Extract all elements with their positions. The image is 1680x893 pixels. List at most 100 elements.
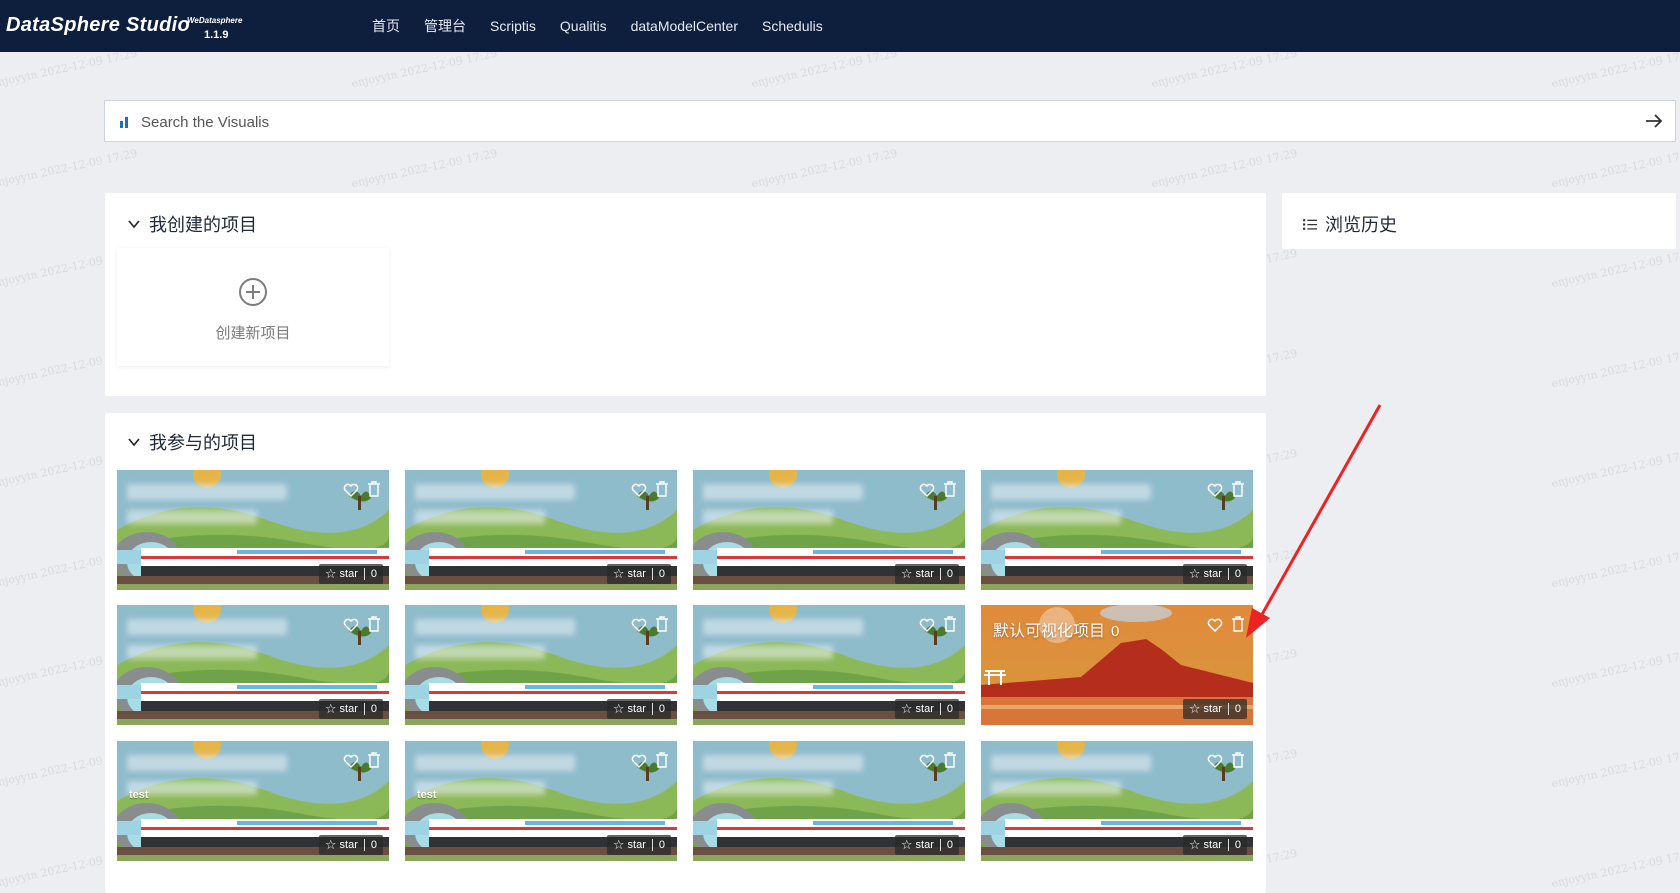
star-button[interactable]: ☆ star 0 (318, 699, 383, 719)
watermark-text: enjoyyin 2022-12-09 17:29 (750, 46, 899, 91)
redacted-title (415, 755, 575, 771)
search-input[interactable] (139, 101, 1603, 143)
star-button[interactable]: ☆ star 0 (894, 835, 959, 855)
watermark-text: enjoyyin 2022-12-09 17:29 (1550, 446, 1680, 491)
nav-scriptis[interactable]: Scriptis (490, 18, 536, 34)
heart-icon[interactable] (919, 618, 935, 633)
divider (939, 568, 941, 580)
create-project-card[interactable]: 创建新项目 (117, 248, 389, 366)
trash-icon[interactable] (655, 752, 669, 769)
trash-icon[interactable] (367, 481, 381, 498)
brand-logo[interactable]: DataSphere Studio WeDatasphere 1.1.9 (6, 14, 242, 41)
heart-icon[interactable] (919, 754, 935, 769)
star-button[interactable]: ☆ star 0 (606, 699, 671, 719)
trash-icon[interactable] (655, 616, 669, 633)
redacted-title (415, 484, 575, 500)
project-card[interactable]: test ☆ star 0 (405, 741, 677, 861)
heart-icon[interactable] (343, 483, 359, 498)
heart-icon[interactable] (631, 483, 647, 498)
project-card[interactable]: 默认可视化项目 0 ☆ star 0 (981, 605, 1253, 725)
card-title: 默认可视化项目 0 (993, 617, 1119, 641)
heart-icon[interactable] (631, 618, 647, 633)
star-button[interactable]: ☆ star 0 (1182, 564, 1247, 584)
star-button[interactable]: ☆ star 0 (318, 564, 383, 584)
star-button[interactable]: ☆ star 0 (1182, 835, 1247, 855)
star-button[interactable]: ☆ star 0 (318, 835, 383, 855)
watermark-text: enjoyyin 2022-12-09 17:29 (1550, 46, 1680, 91)
section-title: 我创建的项目 (149, 215, 257, 235)
project-card[interactable]: ☆ star 0 (405, 605, 677, 725)
project-card[interactable]: ☆ star 0 (117, 470, 389, 590)
watermark-text: enjoyyin 2022-12-09 17:29 (1550, 546, 1680, 591)
trash-icon[interactable] (367, 752, 381, 769)
divider (363, 568, 365, 580)
star-icon: ☆ (900, 566, 913, 581)
heart-icon[interactable] (919, 483, 935, 498)
project-card[interactable]: ☆ star 0 (693, 741, 965, 861)
star-count: 0 (370, 568, 377, 580)
history-title: 浏览历史 (1325, 215, 1397, 235)
star-button[interactable]: ☆ star 0 (894, 564, 959, 584)
project-card[interactable]: ☆ star 0 (117, 605, 389, 725)
trash-icon[interactable] (1231, 752, 1245, 769)
redacted-subtitle (127, 645, 257, 659)
trash-icon[interactable] (943, 481, 957, 498)
star-button[interactable]: ☆ star 0 (894, 699, 959, 719)
star-count: 0 (946, 568, 953, 580)
trash-icon[interactable] (943, 616, 957, 633)
project-card[interactable]: ☆ star 0 (981, 470, 1253, 590)
redacted-subtitle (991, 510, 1121, 524)
create-project-label: 创建新项目 (215, 325, 291, 342)
nav-admin[interactable]: 管理台 (424, 16, 466, 36)
divider (651, 703, 653, 715)
heart-icon[interactable] (343, 754, 359, 769)
redacted-title (991, 484, 1151, 500)
my-created-header[interactable]: 我创建的项目 (127, 211, 257, 237)
star-icon: ☆ (612, 701, 625, 716)
star-count: 0 (658, 568, 665, 580)
watermark-text: enjoyyin 2022-12-09 17:29 (1550, 146, 1680, 191)
star-button[interactable]: ☆ star 0 (606, 835, 671, 855)
project-card[interactable]: test ☆ star 0 (117, 741, 389, 861)
redacted-title (127, 755, 287, 771)
trash-icon[interactable] (367, 616, 381, 633)
star-icon: ☆ (900, 701, 913, 716)
heart-icon[interactable] (1207, 618, 1223, 633)
nav-qualitis[interactable]: Qualitis (560, 18, 607, 34)
main-nav: 首页 管理台 Scriptis Qualitis dataModelCenter… (372, 0, 847, 52)
project-card[interactable]: ☆ star 0 (981, 741, 1253, 861)
heart-icon[interactable] (1207, 483, 1223, 498)
trash-icon[interactable] (655, 481, 669, 498)
divider (363, 703, 365, 715)
arrow-right-icon[interactable] (1643, 110, 1665, 132)
star-icon: ☆ (1188, 566, 1201, 581)
redacted-subtitle (991, 781, 1121, 795)
trash-icon[interactable] (943, 752, 957, 769)
version-label: 1.1.9 (204, 29, 229, 41)
star-button[interactable]: ☆ star 0 (1182, 699, 1247, 719)
star-count: 0 (370, 839, 377, 851)
heart-icon[interactable] (1207, 754, 1223, 769)
watermark-text: enjoyyin 2022-12-09 17:29 (0, 46, 139, 91)
project-card[interactable]: ☆ star 0 (693, 605, 965, 725)
divider (651, 568, 653, 580)
divider (651, 839, 653, 851)
watermark-text: enjoyyin 2022-12-09 17:29 (350, 146, 499, 191)
redacted-subtitle (415, 645, 545, 659)
nav-home[interactable]: 首页 (372, 16, 400, 36)
project-card[interactable]: ☆ star 0 (693, 470, 965, 590)
redacted-subtitle (415, 510, 545, 524)
star-icon: ☆ (900, 837, 913, 852)
star-icon: ☆ (1188, 837, 1201, 852)
project-card[interactable]: ☆ star 0 (405, 470, 677, 590)
heart-icon[interactable] (631, 754, 647, 769)
divider (1227, 703, 1229, 715)
nav-schedulis[interactable]: Schedulis (762, 18, 823, 34)
participated-header[interactable]: 我参与的项目 (127, 429, 257, 455)
watermark-text: enjoyyin 2022-12-09 17:29 (1150, 46, 1299, 91)
heart-icon[interactable] (343, 618, 359, 633)
star-button[interactable]: ☆ star 0 (606, 564, 671, 584)
redacted-subtitle (703, 781, 833, 795)
watermark-text: enjoyyin 2022-12-09 17:29 (1550, 846, 1680, 891)
nav-datamodelcenter[interactable]: dataModelCenter (631, 18, 738, 34)
